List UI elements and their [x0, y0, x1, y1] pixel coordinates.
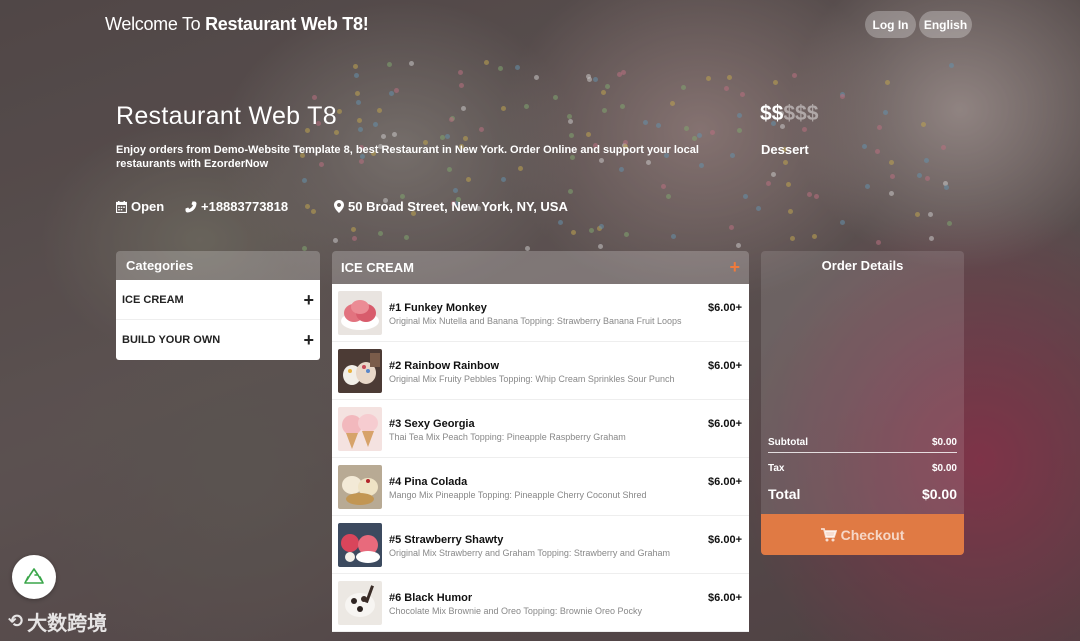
- cuisine-label: Dessert: [761, 142, 809, 157]
- subtotal-value: $0.00: [931, 437, 957, 448]
- cart-icon: [820, 527, 837, 541]
- menu-panel: ICE CREAM + #1 Funkey Monkey Original Mi…: [332, 251, 749, 641]
- categories-panel: Categories ICE CREAM + BUILD YOUR OWN +: [116, 251, 320, 360]
- menu-item-description: Original Mix Fruity Pebbles Topping: Whi…: [389, 374, 675, 384]
- welcome-prefix: Welcome To: [105, 14, 201, 34]
- plus-icon[interactable]: +: [729, 257, 740, 278]
- welcome-text: Welcome To Restaurant Web T8!: [105, 14, 369, 35]
- plus-icon: +: [303, 289, 314, 310]
- total-row: Total $0.00: [768, 486, 957, 502]
- checkout-button[interactable]: Checkout: [761, 514, 964, 555]
- menu-item-description: Original Mix Nutella and Banana Topping:…: [389, 316, 682, 326]
- language-button[interactable]: English: [919, 11, 972, 38]
- tax-row: Tax $0.00: [768, 463, 957, 474]
- menu-item[interactable]: #4 Pina Colada Mango Mix Pineapple Toppi…: [332, 458, 749, 516]
- menu-list: #1 Funkey Monkey Original Mix Nutella an…: [332, 284, 749, 632]
- phone-icon: [185, 201, 197, 212]
- menu-item[interactable]: #1 Funkey Monkey Original Mix Nutella an…: [332, 284, 749, 342]
- total-value: $0.00: [921, 486, 957, 502]
- menu-item-price: $6.00+: [708, 534, 742, 546]
- menu-item-description: Mango Mix Pineapple Topping: Pineapple C…: [389, 490, 647, 500]
- menu-item-description: Chocolate Mix Brownie and Oreo Topping: …: [389, 606, 642, 616]
- tax-value: $0.00: [931, 463, 957, 474]
- menu-item-description: Thai Tea Mix Peach Topping: Pineapple Ra…: [389, 432, 626, 442]
- category-item-build-your-own[interactable]: BUILD YOUR OWN +: [116, 320, 320, 360]
- map-marker-icon: [334, 200, 344, 213]
- menu-item-price: $6.00+: [708, 592, 742, 604]
- menu-item[interactable]: #5 Strawberry Shawty Original Mix Strawb…: [332, 516, 749, 574]
- address[interactable]: 50 Broad Street, New York, NY, USA: [334, 199, 568, 214]
- menu-section-title: ICE CREAM: [341, 260, 414, 275]
- order-details-title: Order Details: [821, 258, 904, 273]
- login-button[interactable]: Log In: [865, 11, 916, 38]
- restaurant-title: Restaurant Web T8: [116, 102, 337, 130]
- menu-item-name: #4 Pina Colada: [389, 476, 468, 488]
- subtotal-row: Subtotal $0.00: [768, 437, 957, 453]
- menu-item-price: $6.00+: [708, 302, 742, 314]
- category-label: BUILD YOUR OWN: [122, 334, 221, 346]
- menu-item-name: #6 Black Humor: [389, 592, 473, 604]
- menu-item-price: $6.00+: [708, 360, 742, 372]
- menu-item-image: [338, 581, 382, 625]
- menu-item-image: [338, 291, 382, 335]
- menu-item[interactable]: #2 Rainbow Rainbow Original Mix Fruity P…: [332, 342, 749, 400]
- menu-item-name: #3 Sexy Georgia: [389, 418, 475, 430]
- menu-item-price: $6.00+: [708, 476, 742, 488]
- open-status: Open: [116, 199, 164, 214]
- checkout-label: Checkout: [840, 526, 905, 543]
- price-level-active: $$: [760, 102, 784, 125]
- calendar-icon: [116, 200, 127, 213]
- menu-item-image: [338, 523, 382, 567]
- menu-item-image: [338, 465, 382, 509]
- order-details-panel: Order Details Subtotal $0.00 Tax $0.00 T…: [761, 251, 964, 555]
- address-text: 50 Broad Street, New York, NY, USA: [348, 199, 568, 214]
- menu-item-image: [338, 349, 382, 393]
- menu-item[interactable]: #3 Sexy Georgia Thai Tea Mix Peach Toppi…: [332, 400, 749, 458]
- menu-item-name: #5 Strawberry Shawty: [389, 534, 504, 546]
- tax-label: Tax: [768, 463, 785, 474]
- total-label: Total: [768, 486, 801, 502]
- open-status-text: Open: [131, 199, 165, 214]
- price-level-inactive: $$$: [783, 102, 819, 125]
- watermark: ⟲ 大数跨境: [8, 607, 107, 636]
- menu-item-image: [338, 407, 382, 451]
- categories-list: ICE CREAM + BUILD YOUR OWN +: [116, 280, 320, 360]
- menu-item-price: $6.00+: [708, 418, 742, 430]
- floating-chat-button[interactable]: [12, 555, 56, 599]
- category-label: ICE CREAM: [122, 293, 184, 306]
- top-bar: Welcome To Restaurant Web T8! Log In Eng…: [0, 0, 1080, 50]
- watermark-logo-icon: ⟲: [8, 611, 24, 632]
- welcome-restaurant-name: Restaurant Web T8!: [205, 14, 369, 34]
- categories-title: Categories: [116, 251, 320, 280]
- price-level: $$$$$: [760, 102, 818, 126]
- restaurant-description: Enjoy orders from Demo-Website Template …: [116, 144, 699, 170]
- category-item-ice-cream[interactable]: ICE CREAM +: [116, 280, 320, 320]
- menu-item-name: #2 Rainbow Rainbow: [389, 360, 500, 372]
- phone-number-text: +18883773818: [201, 199, 289, 214]
- menu-item[interactable]: #6 Black Humor Chocolate Mix Brownie and…: [332, 574, 749, 632]
- recycle-icon: [24, 568, 44, 584]
- menu-section-header[interactable]: ICE CREAM +: [332, 251, 749, 284]
- watermark-text: 大数跨境: [27, 613, 108, 635]
- subtotal-label: Subtotal: [768, 437, 808, 448]
- plus-icon: +: [303, 330, 314, 350]
- phone-number[interactable]: +18883773818: [185, 199, 288, 214]
- menu-item-description: Original Mix Strawberry and Graham Toppi…: [389, 548, 670, 558]
- menu-item-name: #1 Funkey Monkey: [389, 302, 487, 314]
